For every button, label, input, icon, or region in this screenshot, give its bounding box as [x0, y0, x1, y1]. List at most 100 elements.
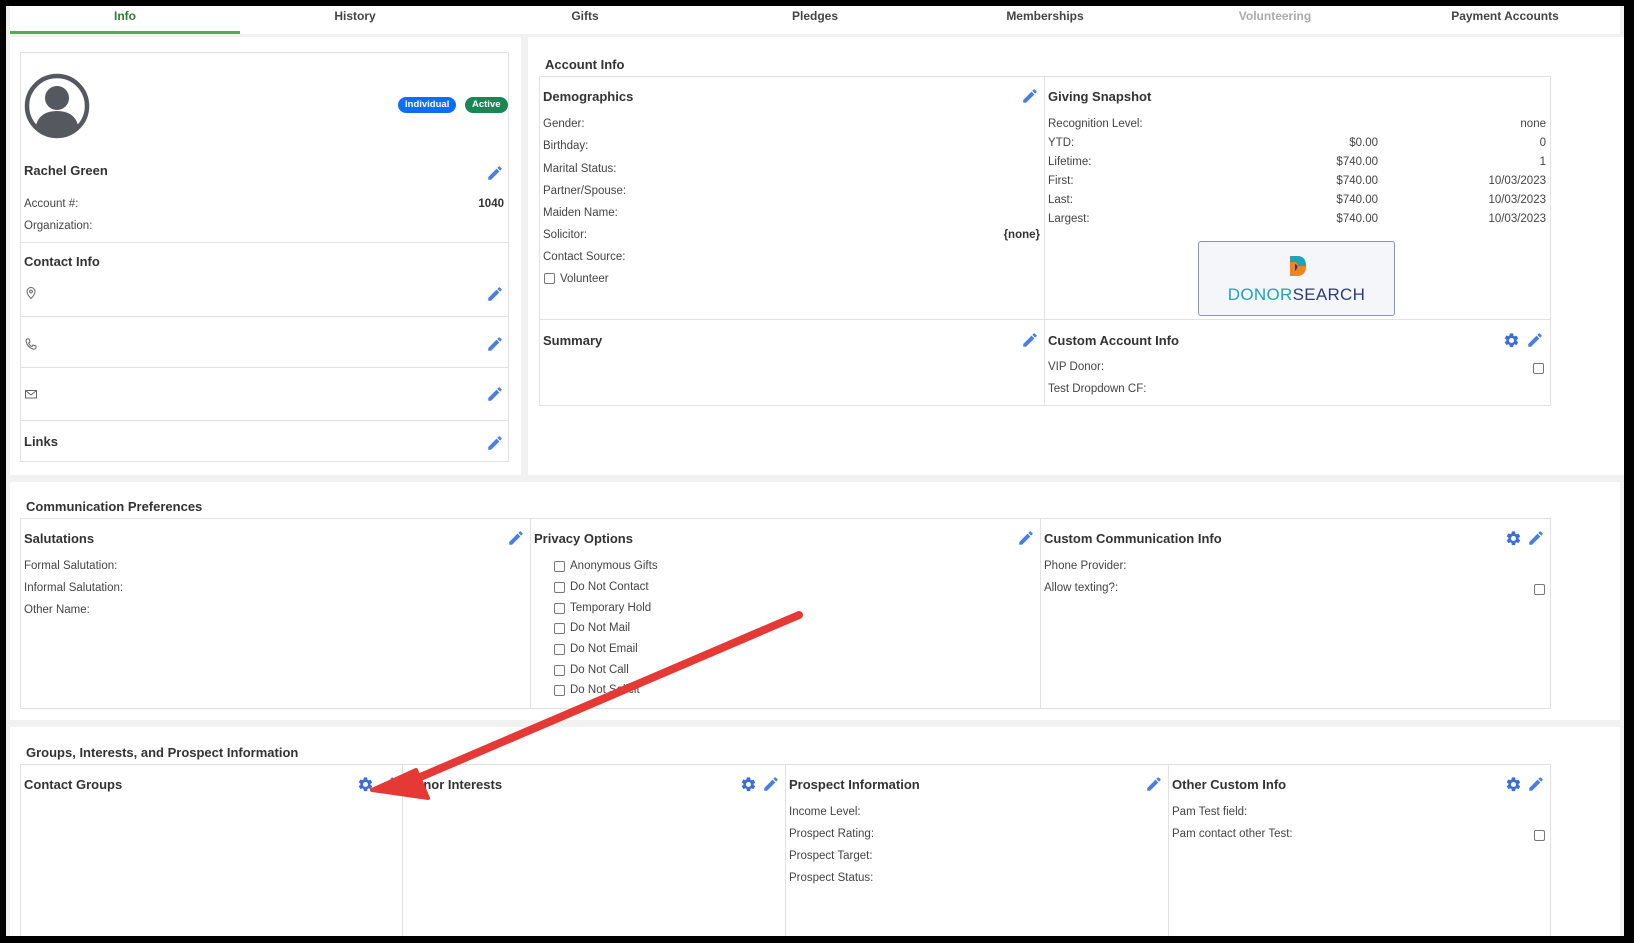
- temporary-hold-checkbox[interactable]: [554, 603, 565, 614]
- do-not-contact-checkbox[interactable]: [554, 582, 565, 593]
- largest-gift-amount: $740.00: [1336, 213, 1378, 225]
- phone-icon: [25, 338, 37, 350]
- custom-communication-title: Custom Communication Info: [1044, 531, 1222, 546]
- recognition-level-label: Recognition Level:: [1048, 118, 1143, 130]
- tab-history[interactable]: History: [240, 6, 470, 34]
- first-gift-amount: $740.00: [1336, 175, 1378, 187]
- edit-links-pencil-icon[interactable]: [486, 434, 504, 452]
- anonymous-gifts-label: Anonymous Gifts: [570, 560, 658, 572]
- other-custom-info-card: Other Custom Info Pam Test field: Pam co…: [1168, 764, 1551, 936]
- custom-account-gear-icon[interactable]: [1503, 332, 1520, 349]
- vip-donor-label: VIP Donor:: [1048, 361, 1105, 373]
- salutations-title: Salutations: [24, 531, 95, 546]
- do-not-email-label: Do Not Email: [570, 643, 638, 655]
- do-not-contact-label: Do Not Contact: [570, 581, 649, 593]
- maiden-name-label: Maiden Name:: [543, 207, 618, 219]
- edit-other-custom-pencil-icon[interactable]: [1527, 775, 1545, 793]
- tab-info[interactable]: Info: [10, 6, 240, 34]
- edit-address-pencil-icon[interactable]: [486, 285, 504, 303]
- giving-snapshot-title: Giving Snapshot: [1048, 89, 1152, 104]
- other-custom-gear-icon[interactable]: [1505, 776, 1522, 793]
- divider: [21, 316, 508, 317]
- privacy-options-card: Privacy Options Anonymous Gifts Do Not C…: [530, 518, 1041, 709]
- edit-demographics-pencil-icon[interactable]: [1021, 87, 1039, 105]
- do-not-mail-checkbox[interactable]: [554, 623, 565, 634]
- demographics-card: Demographics Gender: Birthday: Marital S…: [539, 76, 1045, 320]
- test-dropdown-label: Test Dropdown CF:: [1048, 383, 1147, 395]
- informal-salutation-label: Informal Salutation:: [24, 582, 124, 594]
- envelope-icon: [25, 390, 37, 399]
- divider: [21, 367, 508, 368]
- edit-email-pencil-icon[interactable]: [486, 385, 504, 403]
- do-not-email-checkbox[interactable]: [554, 644, 565, 655]
- app-frame: Info History Gifts Pledges Memberships V…: [6, 6, 1624, 936]
- custom-communication-gear-icon[interactable]: [1505, 530, 1522, 547]
- edit-contact-groups-pencil-icon[interactable]: [379, 775, 397, 793]
- salutations-card: Salutations Formal Salutation: Informal …: [20, 518, 531, 709]
- prospect-information-title: Prospect Information: [789, 777, 920, 792]
- edit-name-pencil-icon[interactable]: [486, 164, 504, 182]
- pam-contact-other-checkbox[interactable]: [1534, 830, 1545, 841]
- last-gift-amount: $740.00: [1336, 194, 1378, 206]
- last-gift-date: 10/03/2023: [1488, 194, 1546, 206]
- account-info-title: Account Info: [545, 57, 625, 72]
- custom-account-title: Custom Account Info: [1048, 333, 1179, 348]
- edit-donor-interests-pencil-icon[interactable]: [762, 775, 780, 793]
- edit-custom-account-pencil-icon[interactable]: [1526, 331, 1544, 349]
- prospect-information-card: Prospect Information Income Level: Prosp…: [785, 764, 1169, 936]
- donor-interests-gear-icon[interactable]: [740, 776, 757, 793]
- first-gift-label: First:: [1048, 175, 1074, 187]
- do-not-mail-label: Do Not Mail: [570, 622, 631, 634]
- edit-privacy-pencil-icon[interactable]: [1017, 529, 1035, 547]
- allow-texting-checkbox[interactable]: [1534, 584, 1545, 595]
- badge-active: Active: [465, 97, 508, 113]
- gender-label: Gender:: [543, 118, 585, 130]
- edit-summary-pencil-icon[interactable]: [1021, 331, 1039, 349]
- allow-texting-label: Allow texting?:: [1044, 582, 1119, 594]
- location-pin-icon: [26, 286, 36, 300]
- largest-gift-label: Largest:: [1048, 213, 1090, 225]
- lifetime-amount: $740.00: [1336, 156, 1378, 168]
- prospect-target-label: Prospect Target:: [789, 850, 873, 862]
- do-not-solicit-label: Do Not Solicit: [570, 684, 640, 696]
- donorsearch-logo-icon: [1290, 256, 1306, 276]
- do-not-solicit-checkbox[interactable]: [554, 685, 565, 696]
- volunteer-label: Volunteer: [560, 273, 609, 285]
- contact-groups-title: Contact Groups: [24, 777, 123, 792]
- solicitor-value: {none}: [1003, 229, 1040, 241]
- do-not-call-label: Do Not Call: [570, 664, 629, 676]
- account-number-label: Account #:: [24, 198, 79, 210]
- donorsearch-button[interactable]: DONORSEARCH: [1198, 241, 1395, 316]
- summary-card: Summary: [539, 319, 1045, 406]
- anonymous-gifts-checkbox[interactable]: [554, 561, 565, 572]
- do-not-call-checkbox[interactable]: [554, 665, 565, 676]
- temporary-hold-label: Temporary Hold: [570, 602, 652, 614]
- edit-prospect-pencil-icon[interactable]: [1145, 775, 1163, 793]
- profile-card: Individual Active Rachel Green Account #…: [20, 52, 509, 462]
- pam-contact-other-label: Pam contact other Test:: [1172, 828, 1293, 840]
- groups-panel: Groups, Interests, and Prospect Informat…: [10, 727, 1620, 936]
- volunteer-checkbox[interactable]: [544, 273, 555, 284]
- divider: [21, 420, 508, 421]
- links-title: Links: [24, 434, 58, 449]
- badge-individual: Individual: [398, 97, 457, 113]
- account-number-value: 1040: [478, 198, 504, 210]
- tab-gifts[interactable]: Gifts: [470, 6, 700, 34]
- income-level-label: Income Level:: [789, 806, 861, 818]
- marital-status-label: Marital Status:: [543, 163, 617, 175]
- groups-title: Groups, Interests, and Prospect Informat…: [26, 745, 299, 760]
- giving-snapshot-card: Giving Snapshot Recognition Level: none …: [1044, 76, 1551, 320]
- first-gift-date: 10/03/2023: [1488, 175, 1546, 187]
- donorsearch-word-b: SEARCH: [1292, 285, 1366, 304]
- vip-donor-checkbox[interactable]: [1533, 363, 1544, 374]
- contact-groups-gear-icon[interactable]: [357, 776, 374, 793]
- edit-salutations-pencil-icon[interactable]: [507, 529, 525, 547]
- tab-memberships[interactable]: Memberships: [930, 6, 1160, 34]
- ytd-amount: $0.00: [1349, 137, 1378, 149]
- pam-test-field-label: Pam Test field:: [1172, 806, 1248, 818]
- summary-title: Summary: [543, 333, 603, 348]
- edit-custom-communication-pencil-icon[interactable]: [1527, 529, 1545, 547]
- edit-phone-pencil-icon[interactable]: [486, 335, 504, 353]
- tab-pledges[interactable]: Pledges: [700, 6, 930, 34]
- tab-payment-accounts[interactable]: Payment Accounts: [1390, 6, 1620, 34]
